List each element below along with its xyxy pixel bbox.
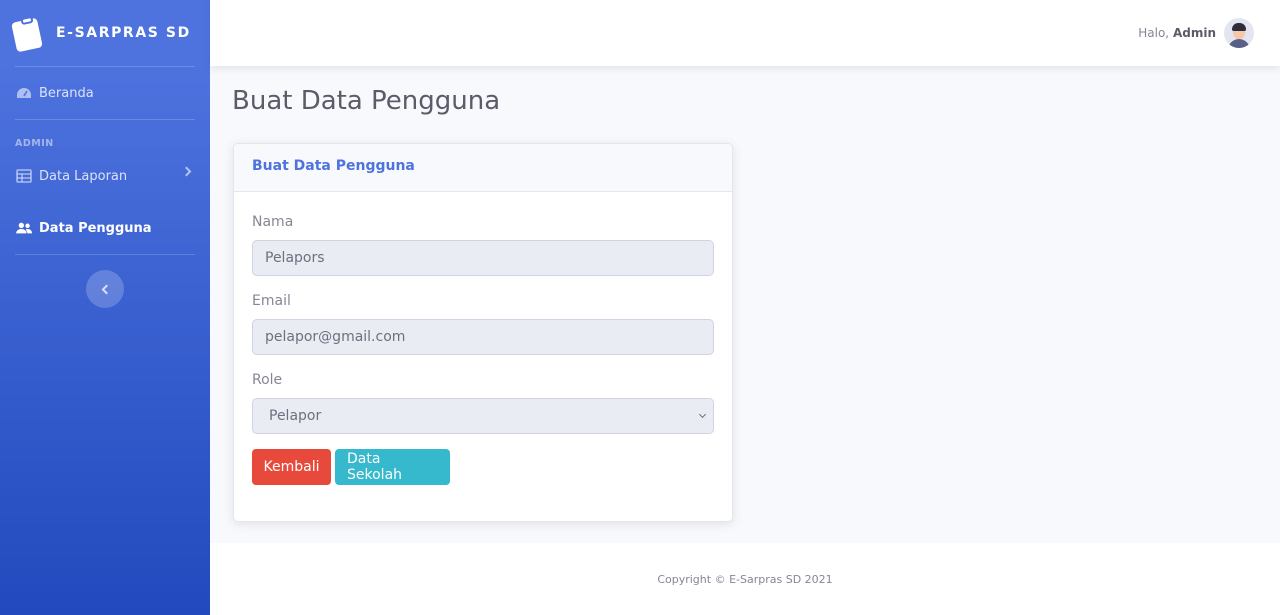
dashboard-icon [17, 88, 31, 98]
sidebar-item-beranda[interactable]: Beranda [0, 67, 210, 119]
role-label: Role [252, 372, 283, 388]
chevron-right-icon [181, 166, 192, 177]
clipboard-icon [11, 15, 43, 53]
sidebar-item-label: Data Pengguna [39, 220, 152, 236]
users-icon [16, 222, 32, 234]
sidebar-heading: ADMIN [15, 138, 54, 149]
form-card: Buat Data Pengguna Nama Pelapors Email p… [233, 143, 733, 522]
footer: Copyright © E-Sarpras SD 2021 [210, 543, 1280, 615]
back-button[interactable]: Kembali [252, 449, 331, 485]
user-form: Nama Pelapors Email pelapor@gmail.com Ro… [234, 192, 732, 505]
sidebar-divider [15, 254, 195, 255]
sidebar-item-label: Data Laporan [39, 168, 128, 184]
name-label: Nama [252, 214, 294, 230]
user-greeting[interactable]: Halo, Admin [1138, 26, 1216, 40]
table-icon [16, 169, 32, 183]
greeting-text: Halo, [1138, 26, 1170, 40]
role-selected-value: Pelapor [269, 408, 322, 424]
card-title: Buat Data Pengguna [234, 144, 732, 192]
user-name: Admin [1172, 26, 1216, 40]
sidebar-item-data-laporan[interactable]: Data Laporan [0, 150, 210, 202]
sidebar-item-data-pengguna[interactable]: Data Pengguna [0, 202, 210, 254]
brand-name: E-SARPRAS SD [56, 25, 191, 41]
brand-link[interactable]: E-SARPRAS SD [0, 0, 210, 66]
name-field[interactable]: Pelapors [252, 240, 714, 276]
role-select[interactable]: Pelapor [252, 398, 714, 434]
email-label: Email [252, 293, 291, 309]
form-actions: Kembali Data Sekolah [252, 449, 714, 485]
email-field[interactable]: pelapor@gmail.com [252, 319, 714, 355]
avatar[interactable] [1224, 18, 1254, 48]
chevron-down-icon [698, 410, 707, 419]
school-data-button[interactable]: Data Sekolah [335, 449, 450, 485]
sidebar-toggle-button[interactable] [86, 270, 124, 308]
sidebar-item-label: Beranda [39, 85, 94, 101]
page-title: Buat Data Pengguna [232, 86, 501, 116]
copyright-text: Copyright © E-Sarpras SD 2021 [657, 572, 833, 586]
sidebar: E-SARPRAS SD Beranda ADMIN Data Laporan … [0, 0, 210, 615]
topbar: Halo, Admin [210, 0, 1280, 66]
